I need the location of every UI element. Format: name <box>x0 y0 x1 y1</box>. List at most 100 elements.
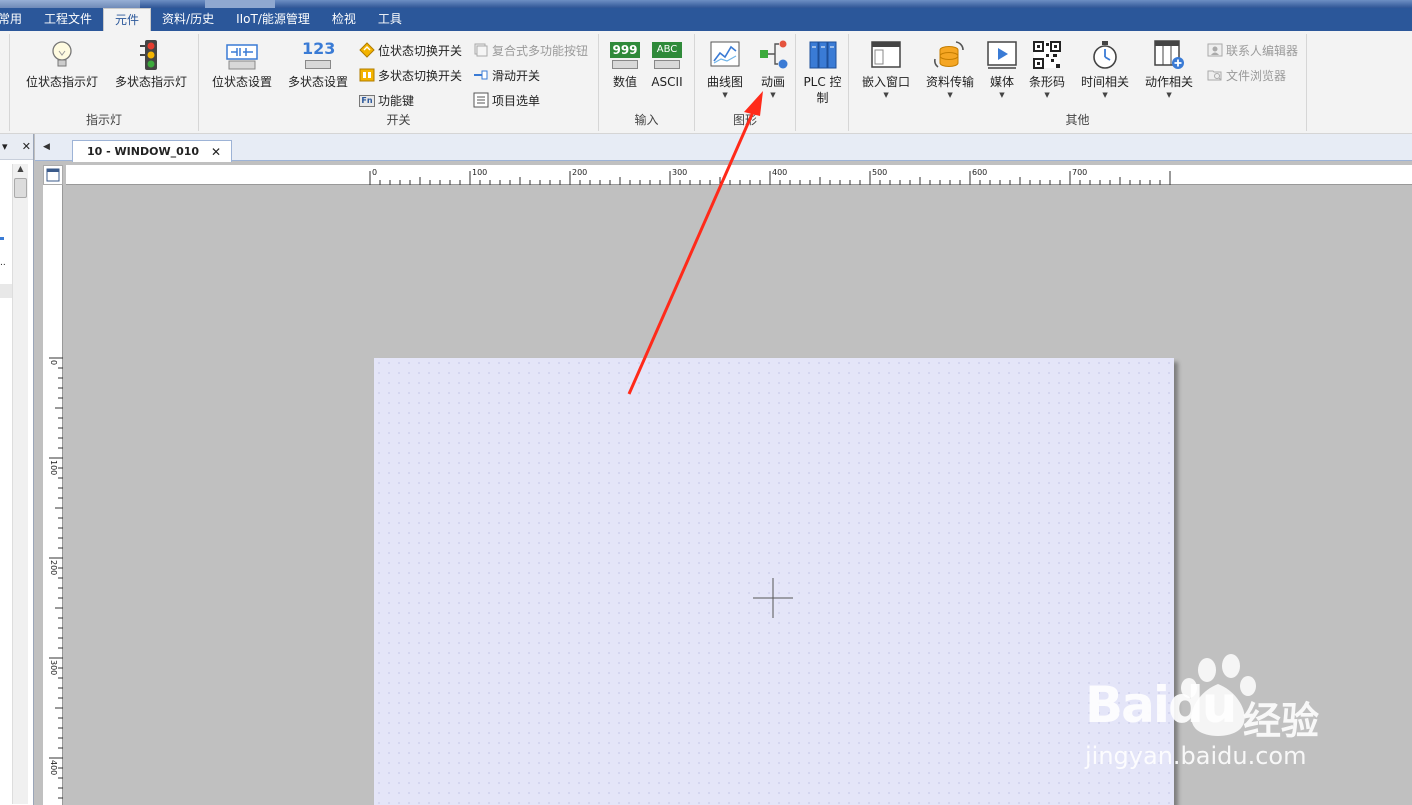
icon-abc-text: ABC <box>652 42 682 58</box>
ribbon-group-graph: 曲线图 ▼ 动画 ▼ 图形 <box>695 34 796 131</box>
menu-project-file[interactable]: 工程文件 <box>33 8 103 31</box>
embed-window-label: 嵌入窗口 <box>862 75 911 89</box>
menu-data-history[interactable]: 资料/历史 <box>151 8 225 31</box>
h-ruler-label: 700 <box>1072 168 1087 177</box>
trend-label: 曲线图 <box>707 75 744 89</box>
group-label-indicator: 指示灯 <box>85 113 122 127</box>
group-label-other: 其他 <box>1065 113 1090 127</box>
ascii-icon: ABC <box>651 39 683 71</box>
watermark-url: jingyan.baidu.com <box>1085 742 1307 770</box>
panel-pin-icon[interactable]: ▾ <box>2 140 8 153</box>
document-tab-bar: ◀ 10 - WINDOW_010 ✕ <box>35 134 1412 162</box>
embed-window-dropdown-icon[interactable]: ▼ <box>883 90 888 100</box>
word-toggle-button[interactable]: 多状态切换开关 <box>359 65 462 85</box>
word-toggle-label: 多状态切换开关 <box>378 68 463 83</box>
time-button[interactable]: 时间相关 ▼ <box>1081 39 1129 100</box>
bit-lamp-label: 位状态指示灯 <box>26 75 99 89</box>
media-button[interactable]: 媒体 ▼ <box>986 39 1018 100</box>
icon-fn-text: Fn <box>359 95 375 107</box>
h-ruler-label: 100 <box>472 168 487 177</box>
action-label: 动作相关 <box>1145 75 1194 89</box>
combo-button[interactable]: 复合式多功能按钮 <box>473 40 588 60</box>
database-transfer-icon <box>934 39 966 71</box>
tab-close-icon[interactable]: ✕ <box>211 145 221 159</box>
slide-switch-label: 滑动开关 <box>492 68 541 83</box>
panel-close-icon[interactable]: ✕ <box>22 140 31 153</box>
action-dropdown-icon[interactable]: ▼ <box>1166 90 1171 100</box>
scroll-thumb[interactable] <box>14 178 27 198</box>
v-ruler-label: 400 <box>49 760 58 775</box>
animation-dropdown-icon[interactable]: ▼ <box>770 90 775 100</box>
menu-view[interactable]: 检视 <box>321 8 367 31</box>
slider-icon <box>473 67 489 83</box>
tab-title: 10 - WINDOW_010 <box>87 145 200 158</box>
word-lamp-button[interactable]: 多状态指示灯 <box>115 39 187 90</box>
media-dropdown-icon[interactable]: ▼ <box>999 90 1004 100</box>
data-transfer-dropdown-icon[interactable]: ▼ <box>947 90 952 100</box>
menu-bar: 常用 工程文件 元件 资料/历史 IIoT/能源管理 检视 工具 <box>0 8 1412 31</box>
ribbon-group-input: 999 数值 ABC ASCII 输入 <box>599 34 695 131</box>
tab-window-010[interactable]: 10 - WINDOW_010 ✕ <box>72 140 233 162</box>
combo-button-label: 复合式多功能按钮 <box>492 43 589 58</box>
ascii-button[interactable]: ABC ASCII <box>651 39 683 90</box>
folder-search-icon <box>1207 67 1223 83</box>
numeric-label: 数值 <box>612 75 637 89</box>
v-ruler-label: 300 <box>49 660 58 675</box>
numeric-button[interactable]: 999 数值 <box>609 39 641 90</box>
animation-label: 动画 <box>760 75 785 89</box>
menu-tools[interactable]: 工具 <box>367 8 413 31</box>
tab-scroll-left-icon[interactable]: ◀ <box>43 142 50 152</box>
stopwatch-icon <box>1089 39 1121 71</box>
ribbon-group-other: 嵌入窗口 ▼ 资料传输 ▼ 媒体 ▼ 条形码 ▼ 时间相关 ▼ 动作相关 ▼ 联… <box>849 34 1307 131</box>
action-add-icon <box>1153 39 1185 71</box>
plc-control-label: PLC 控制 <box>803 75 842 105</box>
menu-common[interactable]: 常用 <box>0 8 33 31</box>
horizontal-ruler: 0 100 200 300 400 500 600 700 <box>66 165 1412 185</box>
contacts-editor-button[interactable]: 联系人编辑器 <box>1207 40 1298 60</box>
embed-window-button[interactable]: 嵌入窗口 ▼ <box>862 39 910 100</box>
contacts-editor-label: 联系人编辑器 <box>1226 43 1299 58</box>
function-key-button[interactable]: Fn 功能键 <box>359 90 414 110</box>
traffic-light-icon <box>135 39 167 71</box>
slide-switch-button[interactable]: 滑动开关 <box>473 65 540 85</box>
animation-icon <box>757 39 789 71</box>
list-icon <box>473 92 489 108</box>
bit-toggle-button[interactable]: 位状态切换开关 <box>359 40 462 60</box>
trend-dropdown-icon[interactable]: ▼ <box>722 90 727 100</box>
v-ruler-label: 200 <box>49 560 58 575</box>
baidu-watermark: Baidu 经验 jingyan.baidu.com <box>1085 648 1345 778</box>
option-list-button[interactable]: 项目选单 <box>473 90 540 110</box>
ribbon-group-switch: 位状态设置 123 多状态设置 位状态切换开关 多状态切换开关 Fn 功能键 复… <box>199 34 599 131</box>
crosshair-cursor-icon <box>753 578 793 618</box>
fn-key-icon: Fn <box>359 92 375 108</box>
left-panel-scrollbar[interactable]: ▲ <box>12 164 28 804</box>
menu-iiot-energy[interactable]: IIoT/能源管理 <box>225 8 321 31</box>
group-label-graph: 图形 <box>732 113 757 127</box>
bit-set-button[interactable]: 位状态设置 <box>212 39 272 90</box>
lightbulb-icon <box>46 39 78 71</box>
ribbon-group-plc: PLC 控制 <box>796 34 849 131</box>
barcode-dropdown-icon[interactable]: ▼ <box>1044 90 1049 100</box>
action-button[interactable]: 动作相关 ▼ <box>1145 39 1193 100</box>
toggle-diamond-icon <box>359 42 375 58</box>
word-set-button[interactable]: 123 多状态设置 <box>288 39 348 90</box>
file-browser-button[interactable]: 文件浏览器 <box>1207 65 1286 85</box>
v-ruler-label: 0 <box>49 360 58 365</box>
scroll-up-icon[interactable]: ▲ <box>13 164 28 173</box>
ruler-corner-icon[interactable] <box>43 165 63 185</box>
time-dropdown-icon[interactable]: ▼ <box>1102 90 1107 100</box>
window-icon <box>870 39 902 71</box>
ribbon: 位状态指示灯 多状态指示灯 指示灯 位状态设置 123 多状态设置 位状态切换开… <box>0 31 1412 134</box>
line-chart-icon <box>709 39 741 71</box>
bit-lamp-button[interactable]: 位状态指示灯 <box>26 39 98 90</box>
trend-button[interactable]: 曲线图 ▼ <box>707 39 743 100</box>
h-ruler-label: 400 <box>772 168 787 177</box>
animation-button[interactable]: 动画 ▼ <box>757 39 789 100</box>
v-ruler-label: 100 <box>49 460 58 475</box>
word-lamp-label: 多状态指示灯 <box>115 75 188 89</box>
menu-objects[interactable]: 元件 <box>103 8 152 31</box>
plc-control-button[interactable]: PLC 控制 <box>802 39 843 106</box>
barcode-button[interactable]: 条形码 ▼ <box>1029 39 1065 100</box>
h-ruler-label: 0 <box>372 168 377 177</box>
data-transfer-button[interactable]: 资料传输 ▼ <box>926 39 974 100</box>
